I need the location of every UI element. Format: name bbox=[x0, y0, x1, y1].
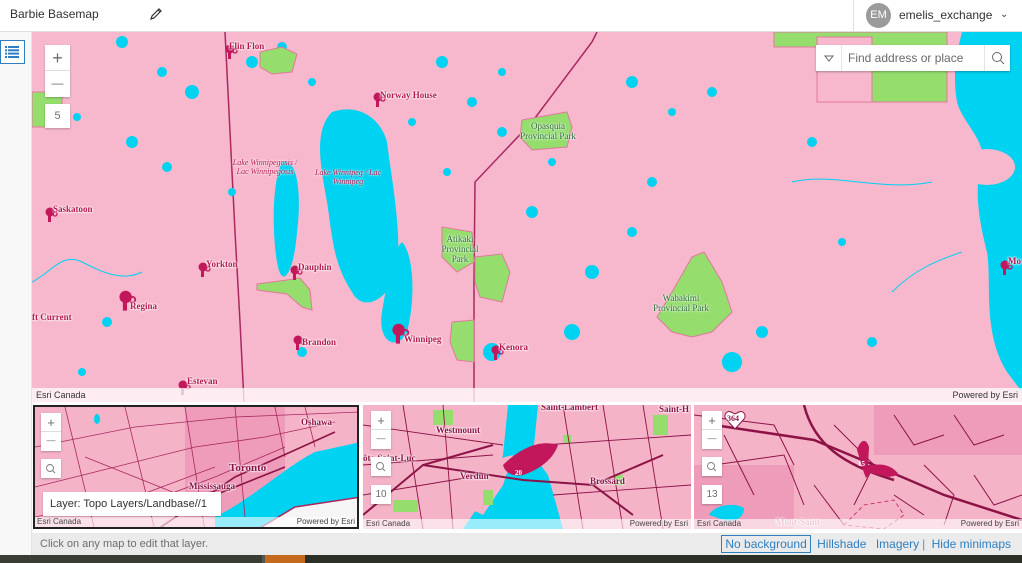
minimap-search-button[interactable] bbox=[41, 459, 61, 478]
user-menu[interactable]: EM emelis_exchange ⌄ bbox=[853, 0, 1022, 32]
taskbar-item[interactable] bbox=[0, 555, 265, 563]
option-hillshade[interactable]: Hillshade bbox=[814, 536, 869, 552]
place-label: Flin Flon bbox=[229, 41, 265, 51]
search-button[interactable] bbox=[984, 45, 1010, 71]
place-label: Kenora bbox=[499, 342, 528, 352]
zoom-in-button[interactable]: + bbox=[371, 411, 391, 430]
place-label: Mo bbox=[1008, 256, 1021, 266]
place-label: Norway House bbox=[380, 90, 437, 100]
attribution-text: Esri Canada bbox=[366, 519, 411, 528]
minimap-search-button[interactable] bbox=[371, 457, 391, 476]
zoom-out-button[interactable]: — bbox=[702, 430, 722, 449]
footer-bar: Click on any map to edit that layer. No … bbox=[32, 533, 1022, 555]
place-label: Saint-Lambert bbox=[541, 405, 598, 412]
separator: | bbox=[922, 537, 926, 551]
zoom-level-indicator: 5 bbox=[45, 104, 70, 128]
app-title: Barbie Basemap bbox=[10, 7, 99, 21]
zoom-in-button[interactable]: + bbox=[41, 413, 61, 432]
powered-by-text[interactable]: Powered by Esri bbox=[297, 517, 355, 527]
option-hide-minimaps[interactable]: Hide minimaps bbox=[929, 536, 1014, 552]
park-label: Wabakimi Provincial Park bbox=[653, 293, 709, 313]
zoom-out-button[interactable]: — bbox=[371, 430, 391, 449]
place-label: Brandon bbox=[302, 337, 337, 347]
left-sidebar bbox=[0, 32, 32, 563]
place-label: Oshawa bbox=[301, 417, 333, 427]
powered-by-text[interactable]: Powered by Esri bbox=[961, 519, 1019, 529]
background-options: No background Hillshade Imagery | Hide mi… bbox=[721, 535, 1014, 553]
minimap-local[interactable]: 364 15 Mont-Saint- + — 13 Esri Canada Po… bbox=[694, 405, 1022, 529]
attribution-bar: Esri Canada Powered by Esri bbox=[363, 519, 691, 529]
attribution-text: Esri Canada bbox=[37, 517, 82, 526]
place-label: Toronto bbox=[229, 462, 267, 474]
list-icon bbox=[5, 46, 19, 58]
park-label: Opasquia Provincial Park bbox=[520, 121, 576, 141]
powered-by-text[interactable]: Powered by Esri bbox=[952, 388, 1018, 402]
avatar: EM bbox=[866, 3, 891, 28]
place-label: Verdun bbox=[460, 471, 489, 481]
layer-list-button[interactable] bbox=[0, 40, 25, 64]
main-zoom-control: + — bbox=[45, 45, 70, 97]
minimap-search-button[interactable] bbox=[702, 457, 722, 476]
os-taskbar bbox=[0, 555, 1022, 563]
minimap-montreal[interactable]: 20 Saint-Lambert Saint-H Westmount ôte-S… bbox=[363, 405, 691, 529]
search-icon bbox=[707, 462, 717, 472]
minimap-zoom-control: + — bbox=[371, 411, 391, 449]
layer-tooltip: Layer: Topo Layers/Landbase//1 bbox=[43, 492, 221, 516]
search-icon bbox=[376, 462, 386, 472]
place-label: Regina bbox=[130, 301, 157, 311]
app-window: Barbie Basemap EM emelis_exchange ⌄ Flin… bbox=[0, 0, 1022, 563]
zoom-out-button[interactable]: — bbox=[41, 432, 61, 451]
taskbar-active-item[interactable] bbox=[265, 555, 305, 563]
place-label: Dauphin bbox=[298, 262, 332, 272]
zoom-in-button[interactable]: + bbox=[45, 45, 70, 71]
username: emelis_exchange bbox=[899, 8, 993, 22]
attribution-bar: Esri Canada Powered by Esri bbox=[35, 517, 357, 527]
search-source-dropdown[interactable] bbox=[816, 45, 842, 71]
park-label: Atikaki Provincial Park bbox=[441, 234, 479, 264]
minimap-zoom-control: + — bbox=[702, 411, 722, 449]
place-label: Saint-H bbox=[659, 405, 690, 414]
edit-pencil-icon[interactable] bbox=[148, 6, 164, 22]
search-widget bbox=[816, 45, 1010, 71]
powered-by-text[interactable]: Powered by Esri bbox=[630, 519, 688, 529]
attribution-bar: Esri Canada Powered by Esri bbox=[694, 519, 1022, 529]
lips-marker-label: 20 bbox=[515, 469, 522, 477]
attribution-text: Esri Canada bbox=[36, 390, 86, 400]
place-label: Saskatoon bbox=[53, 204, 93, 214]
caret-down-icon bbox=[823, 55, 835, 62]
search-input[interactable] bbox=[843, 45, 985, 71]
zoom-level-indicator: 10 bbox=[371, 485, 391, 504]
search-icon bbox=[992, 52, 1005, 65]
app-header: Barbie Basemap EM emelis_exchange ⌄ bbox=[0, 0, 1022, 32]
lake-label: Lake Winnipeg / Lac Winnipeg bbox=[315, 168, 381, 186]
place-label: Yorkton bbox=[206, 259, 238, 269]
place-label: ft Current bbox=[32, 312, 72, 322]
main-map[interactable]: Flin Flon Norway House Saskatoon Yorkton… bbox=[32, 32, 1022, 402]
place-label: Westmount bbox=[436, 425, 481, 435]
place-label: Brossard bbox=[590, 476, 625, 486]
heel-marker-label: 15 bbox=[858, 460, 865, 468]
route-shield-label: 364 bbox=[727, 414, 739, 423]
lake-label: Lake Winnipegosis / Lac Winnipegosis bbox=[232, 158, 298, 176]
zoom-in-button[interactable]: + bbox=[702, 411, 722, 430]
option-no-background[interactable]: No background bbox=[721, 535, 811, 553]
search-icon bbox=[46, 464, 56, 474]
footer-hint: Click on any map to edit that layer. bbox=[40, 538, 209, 550]
place-label: Winnipeg bbox=[404, 334, 442, 344]
attribution-bar: Esri Canada Powered by Esri bbox=[32, 388, 1022, 402]
option-imagery[interactable]: Imagery bbox=[873, 536, 922, 552]
minimap-zoom-control: + — bbox=[41, 413, 61, 451]
zoom-level-indicator: 13 bbox=[702, 485, 722, 504]
place-label: Mississauga bbox=[189, 481, 236, 491]
zoom-out-button[interactable]: — bbox=[45, 71, 70, 97]
place-label: Estevan bbox=[187, 376, 218, 386]
minimap-canvas bbox=[363, 405, 691, 529]
chevron-down-icon: ⌄ bbox=[1000, 9, 1009, 20]
attribution-text: Esri Canada bbox=[697, 519, 742, 528]
